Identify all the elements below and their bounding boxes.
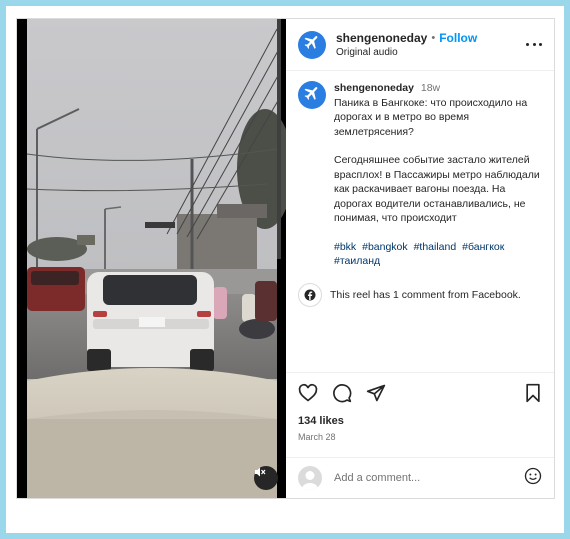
separator-dot: • <box>431 32 436 44</box>
post-container: shengenoneday • Follow Original audio sh… <box>16 18 555 499</box>
user-avatar <box>298 466 322 490</box>
heart-icon[interactable] <box>298 383 318 408</box>
caption-avatar[interactable] <box>298 81 326 109</box>
caption-body: shengenoneday 18w Паника в Бангкоке: что… <box>334 81 542 269</box>
post-time[interactable]: 18w <box>421 82 440 94</box>
facebook-note-text: This reel has 1 comment from Facebook. <box>330 288 521 301</box>
follow-button[interactable]: Follow <box>439 31 477 45</box>
caption-text-1: Паника в Бангкоке: что происходило на до… <box>334 96 528 138</box>
more-options-icon[interactable] <box>526 37 542 53</box>
hashtags: #bkk #bangkok #thailand #бангкок #таилан… <box>334 240 542 269</box>
likes-count[interactable]: 134 likes <box>298 415 542 427</box>
comment-bar <box>286 457 554 498</box>
action-bar: 134 likes March 28 <box>286 372 554 442</box>
header-names: shengenoneday • Follow Original audio <box>336 31 526 58</box>
airplane-icon <box>303 84 321 107</box>
paper-plane-icon[interactable] <box>366 383 386 408</box>
bookmark-icon[interactable] <box>524 383 542 408</box>
caption-block: shengenoneday 18w Паника в Бангкоке: что… <box>286 71 554 269</box>
caption-text-2: Сегодняшнее событие застало жителей врас… <box>334 154 540 224</box>
airplane-icon <box>303 33 321 56</box>
reel-video[interactable] <box>17 19 286 498</box>
mute-button[interactable] <box>254 466 278 490</box>
screenshot-frame: shengenoneday • Follow Original audio sh… <box>0 0 570 539</box>
facebook-icon <box>298 282 322 307</box>
comment-input[interactable] <box>334 472 524 484</box>
video-frame-illustration <box>17 19 286 498</box>
username-link[interactable]: shengenoneday <box>336 31 427 45</box>
hashtag-link[interactable]: #таиланд <box>334 255 380 267</box>
post-sidebar: shengenoneday • Follow Original audio sh… <box>286 19 554 498</box>
caption-username[interactable]: shengenoneday <box>334 82 414 94</box>
comment-bubble-icon[interactable] <box>332 383 352 408</box>
facebook-comments-note: This reel has 1 comment from Facebook. <box>286 282 554 307</box>
post-date[interactable]: March 28 <box>298 432 542 442</box>
emoji-icon[interactable] <box>524 467 542 490</box>
account-avatar[interactable] <box>298 30 326 59</box>
hashtag-link[interactable]: #bkk <box>334 241 356 253</box>
audio-link[interactable]: Original audio <box>336 47 526 58</box>
post-header: shengenoneday • Follow Original audio <box>286 19 554 71</box>
hashtag-link[interactable]: #thailand <box>414 241 457 253</box>
hashtag-link[interactable]: #бангкок <box>462 241 504 253</box>
hashtag-link[interactable]: #bangkok <box>362 241 408 253</box>
